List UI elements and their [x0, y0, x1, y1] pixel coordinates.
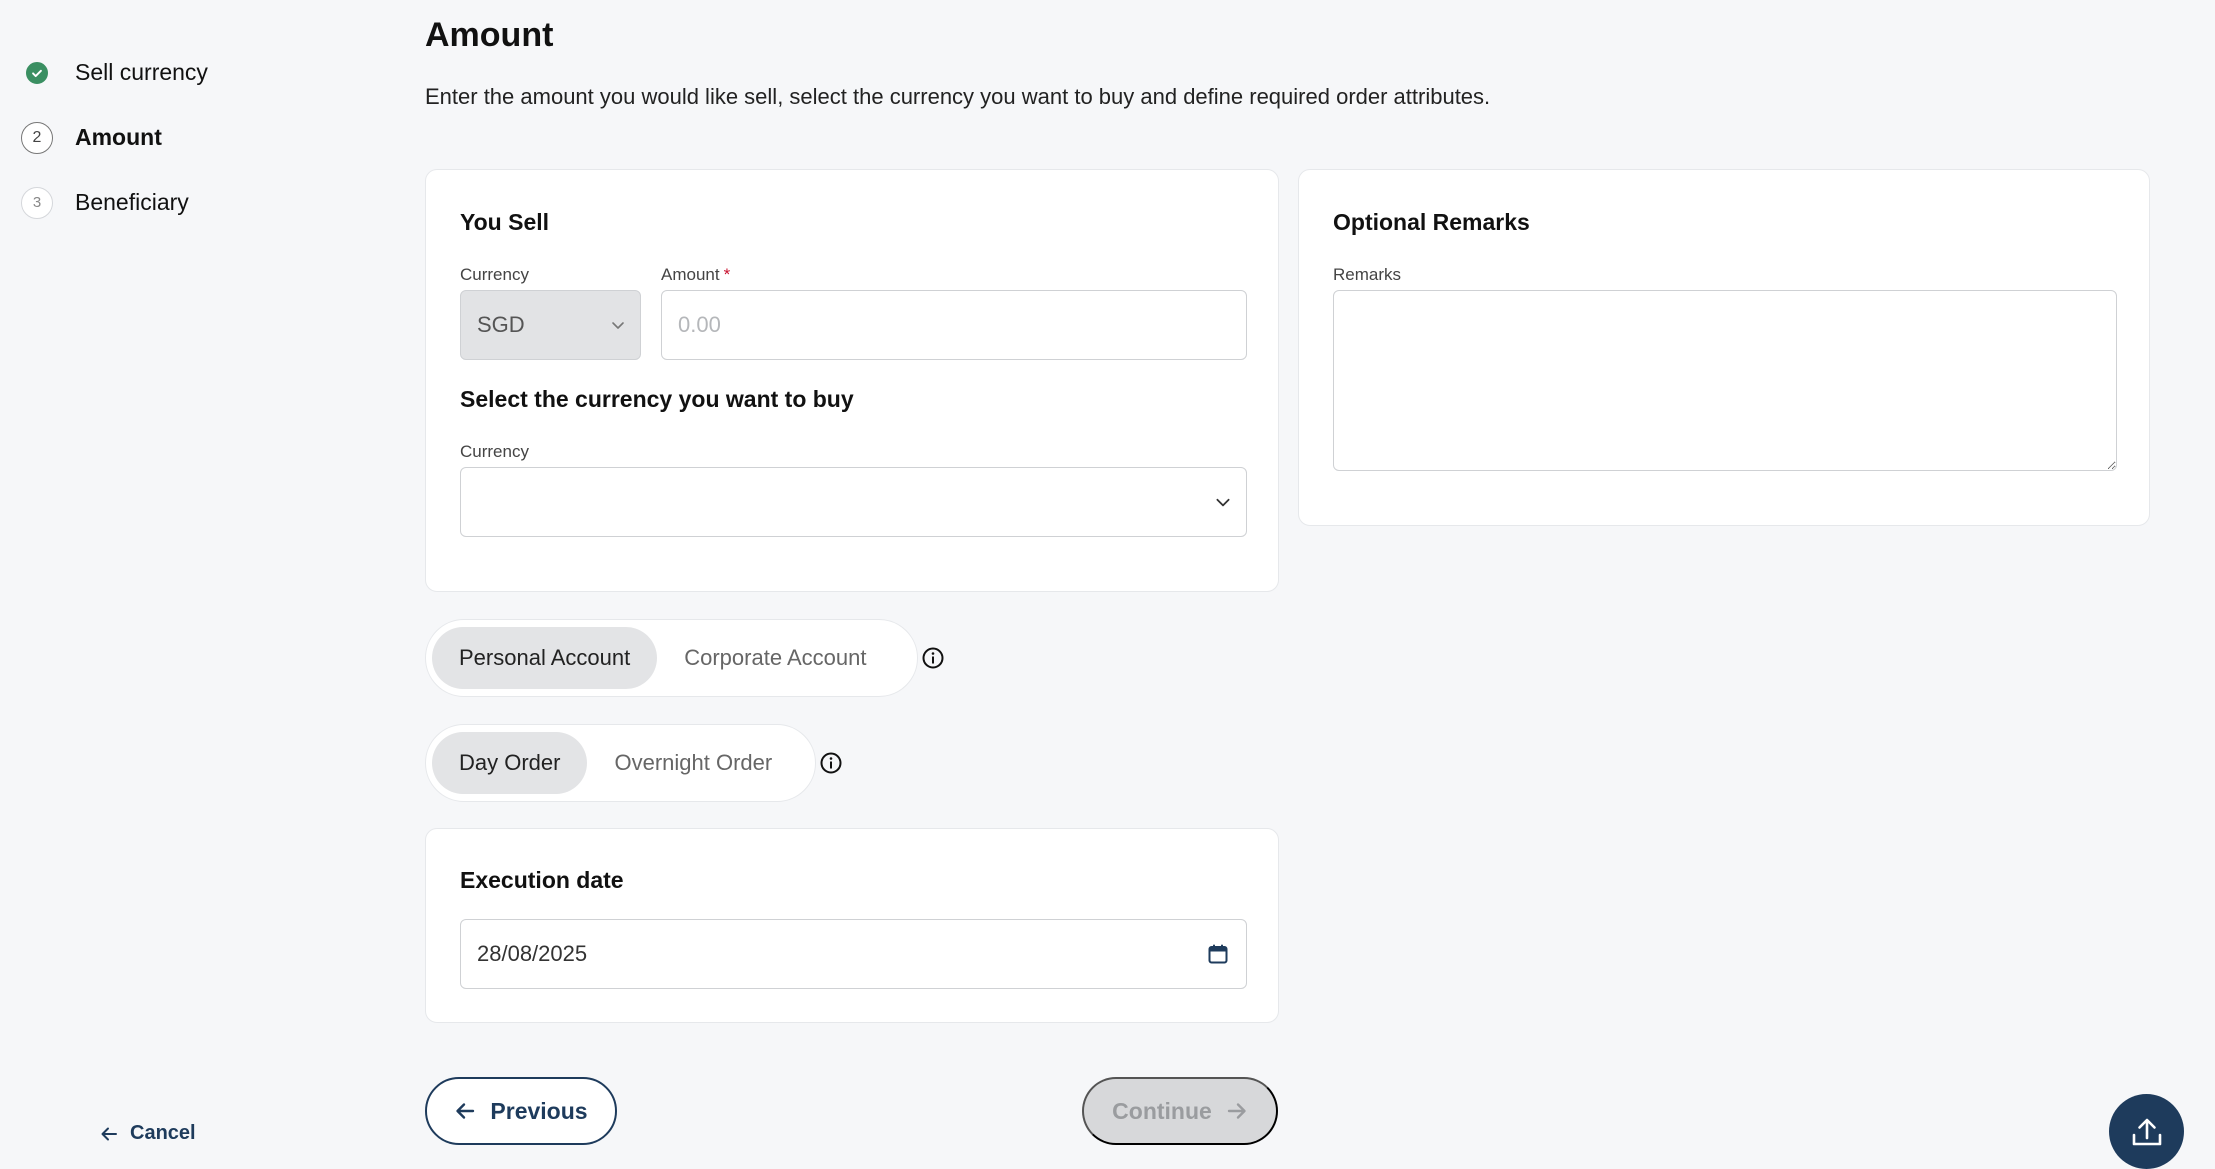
remarks-card: Optional Remarks Remarks: [1298, 169, 2150, 526]
continue-label: Continue: [1112, 1097, 1212, 1124]
chevron-down-icon: [1216, 498, 1230, 507]
upload-fab[interactable]: [2109, 1094, 2184, 1169]
cancel-label: Cancel: [130, 1122, 196, 1144]
cancel-link[interactable]: Cancel: [100, 1122, 196, 1145]
step-label: Amount: [75, 124, 162, 150]
buy-currency-label: Currency: [460, 442, 529, 461]
check-icon: [26, 61, 48, 84]
sell-currency-select: SGD: [460, 290, 641, 360]
corporate-account-option[interactable]: Corporate Account: [657, 627, 893, 689]
step-number: 3: [21, 186, 53, 219]
previous-button[interactable]: Previous: [425, 1077, 617, 1145]
execution-date-value: 28/08/2025: [477, 941, 588, 966]
sell-card: You Sell Currency SGD Amount * 0.00 Selec…: [425, 169, 1279, 592]
continue-button[interactable]: Continue: [1082, 1077, 1278, 1145]
arrow-right-icon: [1227, 1103, 1246, 1119]
remarks-label: Remarks: [1333, 265, 1402, 284]
day-order-option[interactable]: Day Order: [432, 732, 588, 794]
step-beneficiary[interactable]: 3 Beneficiary: [21, 170, 208, 235]
upload-icon: [2132, 1118, 2161, 1145]
amount-placeholder: 0.00: [678, 312, 721, 337]
overnight-order-option[interactable]: Overnight Order: [587, 732, 799, 794]
step-label: Beneficiary: [75, 189, 189, 215]
step-number: 2: [21, 121, 53, 154]
sell-currency-value: SGD: [477, 312, 525, 337]
amount-input[interactable]: 0.00: [661, 290, 1247, 360]
info-icon[interactable]: [819, 751, 843, 775]
step-sell-currency[interactable]: Sell currency: [21, 40, 208, 105]
info-icon[interactable]: [921, 646, 945, 670]
calendar-icon[interactable]: [1206, 942, 1230, 966]
amount-label-text: Amount: [661, 265, 720, 284]
account-type-toggle: Personal Account Corporate Account: [425, 619, 918, 697]
buy-currency-select[interactable]: [460, 467, 1247, 537]
page-description: Enter the amount you would like sell, se…: [425, 84, 1491, 109]
previous-label: Previous: [490, 1097, 588, 1124]
execution-date-card: Execution date 28/08/2025: [425, 828, 1279, 1023]
sell-card-title: You Sell: [460, 209, 550, 235]
personal-account-option[interactable]: Personal Account: [432, 627, 658, 689]
remarks-card-title: Optional Remarks: [1333, 209, 1530, 235]
amount-label: Amount *: [661, 265, 730, 285]
sell-currency-label: Currency: [460, 265, 529, 284]
buy-currency-title: Select the currency you want to buy: [460, 386, 854, 412]
required-mark: *: [723, 265, 731, 284]
execution-date-input[interactable]: 28/08/2025: [460, 919, 1247, 989]
chevron-down-icon: [612, 322, 624, 329]
arrow-left-icon: [456, 1103, 475, 1119]
progress-stepper: Sell currency 2 Amount 3 Beneficiary: [21, 40, 208, 235]
step-label: Sell currency: [75, 59, 208, 85]
step-amount[interactable]: 2 Amount: [21, 105, 208, 170]
arrow-left-icon: [101, 1127, 117, 1140]
remarks-textarea[interactable]: [1333, 290, 2117, 471]
page-title: Amount: [425, 16, 554, 54]
execution-date-title: Execution date: [460, 867, 624, 893]
order-type-toggle: Day Order Overnight Order: [425, 724, 816, 802]
